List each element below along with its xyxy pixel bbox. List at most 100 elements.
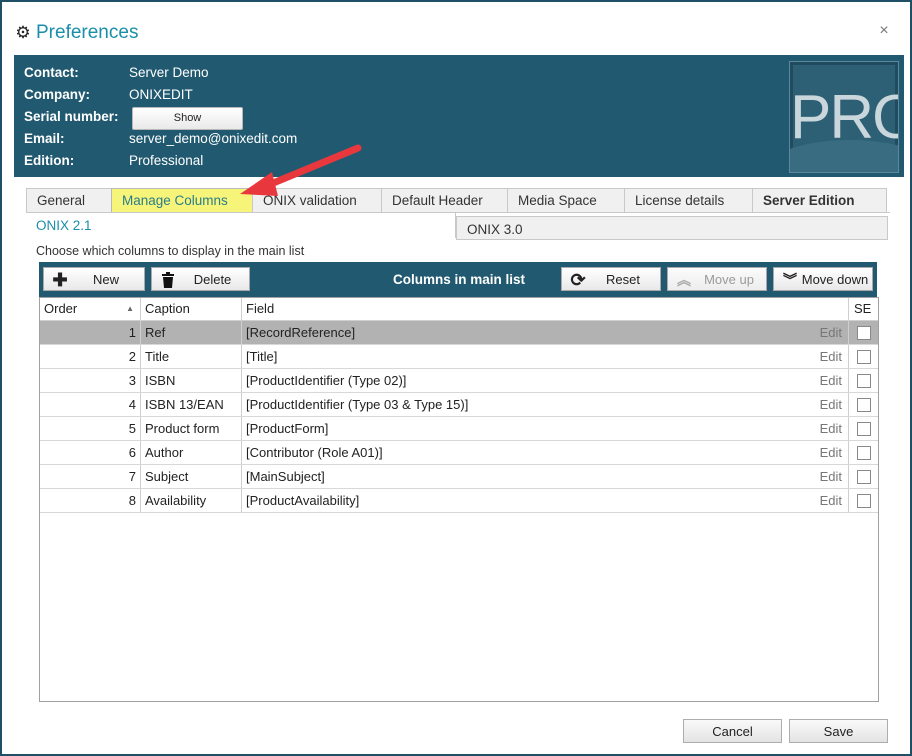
se-checkbox[interactable] (857, 446, 871, 460)
edit-link[interactable]: Edit (820, 393, 842, 417)
row-caption: Title (141, 345, 242, 368)
edition-value: Professional (129, 153, 204, 168)
row-caption: Subject (141, 465, 242, 488)
row-se (849, 393, 878, 416)
tab-license-details[interactable]: License details (624, 188, 753, 212)
instruction-text: Choose which columns to display in the m… (36, 244, 305, 258)
tab-onix-validation[interactable]: ONIX validation (252, 188, 382, 212)
se-checkbox[interactable] (857, 422, 871, 436)
se-checkbox[interactable] (857, 470, 871, 484)
refresh-icon: ⟳ (570, 270, 586, 290)
edit-link[interactable]: Edit (820, 489, 842, 513)
edit-link[interactable]: Edit (820, 465, 842, 489)
table-row[interactable]: 4 ISBN 13/EAN [ProductIdentifier (Type 0… (40, 393, 878, 417)
row-se (849, 321, 878, 344)
row-field: [ProductIdentifier (Type 02)] Edit (242, 369, 849, 392)
row-se (849, 441, 878, 464)
sort-ascending-icon: ▲ (126, 304, 134, 313)
row-field-value: [Title] (246, 349, 278, 364)
row-se (849, 465, 878, 488)
row-order: 7 (40, 465, 141, 488)
close-icon[interactable]: × (876, 22, 892, 40)
row-field-value: [ProductIdentifier (Type 02)] (246, 373, 407, 388)
company-label: Company: (24, 87, 91, 102)
row-field: [MainSubject] Edit (242, 465, 849, 488)
row-field: [Contributor (Role A01)] Edit (242, 441, 849, 464)
row-field: [ProductIdentifier (Type 03 & Type 15)] E… (242, 393, 849, 416)
table-row[interactable]: 5 Product form [ProductForm] Edit (40, 417, 878, 441)
caption-column-header[interactable]: Caption (141, 298, 242, 320)
row-field: [Title] Edit (242, 345, 849, 368)
edit-link[interactable]: Edit (820, 345, 842, 369)
row-se (849, 417, 878, 440)
row-field-value: [ProductForm] (246, 421, 329, 436)
order-column-header[interactable]: Order ▲ (40, 298, 141, 320)
serial-label: Serial number: (24, 109, 119, 124)
serial-row: Serial number: (24, 107, 129, 127)
toolbar-heading: Columns in main list (393, 272, 526, 287)
se-checkbox[interactable] (857, 494, 871, 508)
new-button[interactable]: ✚ New (43, 267, 145, 291)
columns-toolbar: ✚ New Delete Columns in main list ⟳ Rese… (39, 262, 877, 297)
edit-link[interactable]: Edit (820, 321, 842, 345)
tab-server-edition[interactable]: Server Edition (752, 188, 887, 212)
gear-icon: ⚙ (15, 23, 31, 42)
se-checkbox[interactable] (857, 326, 871, 340)
preferences-dialog: ⚙ Preferences × Contact: Server Demo Com… (0, 0, 912, 756)
table-row[interactable]: 3 ISBN [ProductIdentifier (Type 02)] Edit (40, 369, 878, 393)
company-row: Company: ONIXEDIT (24, 85, 193, 105)
row-field: [ProductForm] Edit (242, 417, 849, 440)
new-button-label: New (92, 272, 119, 287)
tab-media-space[interactable]: Media Space (507, 188, 625, 212)
row-se (849, 369, 878, 392)
double-chevron-down-icon: ︾ (783, 272, 797, 288)
row-order: 3 (40, 369, 141, 392)
se-column-header[interactable]: SE (849, 298, 878, 320)
row-field-value: [ProductIdentifier (Type 03 & Type 15)] (246, 397, 469, 412)
table-row[interactable]: 2 Title [Title] Edit (40, 345, 878, 369)
edit-link[interactable]: Edit (820, 441, 842, 465)
move-up-button-label: Move up (704, 272, 754, 287)
double-chevron-up-icon: ︽ (677, 272, 691, 288)
grid-header: Order ▲ Caption Field SE (40, 298, 878, 321)
row-caption: Author (141, 441, 242, 464)
cancel-button[interactable]: Cancel (683, 719, 782, 743)
table-row[interactable]: 8 Availability [ProductAvailability] Edit (40, 489, 878, 513)
move-up-button[interactable]: ︽ Move up (667, 267, 767, 291)
edition-label: Edition: (24, 153, 75, 168)
table-row[interactable]: 7 Subject [MainSubject] Edit (40, 465, 878, 489)
row-order: 2 (40, 345, 141, 368)
row-se (849, 489, 878, 512)
row-order: 5 (40, 417, 141, 440)
se-checkbox[interactable] (857, 350, 871, 364)
delete-button[interactable]: Delete (151, 267, 250, 291)
table-row[interactable]: 1 Ref [RecordReference] Edit (40, 321, 878, 345)
show-serial-button[interactable]: Show (132, 107, 243, 130)
company-value: ONIXEDIT (129, 87, 193, 102)
tab-default-header[interactable]: Default Header (381, 188, 508, 212)
row-caption: Product form (141, 417, 242, 440)
tab-onix-30[interactable]: ONIX 3.0 (456, 216, 888, 240)
row-order: 8 (40, 489, 141, 512)
se-checkbox[interactable] (857, 398, 871, 412)
pro-logo-text: PRO (790, 83, 898, 152)
tab-onix-21[interactable]: ONIX 2.1 (26, 213, 456, 238)
se-checkbox[interactable] (857, 374, 871, 388)
table-row[interactable]: 6 Author [Contributor (Role A01)] Edit (40, 441, 878, 465)
reset-button[interactable]: ⟳ Reset (561, 267, 661, 291)
move-down-button[interactable]: ︾ Move down (773, 267, 873, 291)
edit-link[interactable]: Edit (820, 369, 842, 393)
row-order: 6 (40, 441, 141, 464)
row-field-value: [MainSubject] (246, 469, 325, 484)
row-caption: Availability (141, 489, 242, 512)
tab-manage-columns[interactable]: Manage Columns (111, 188, 253, 212)
row-order: 1 (40, 321, 141, 344)
edit-link[interactable]: Edit (820, 417, 842, 441)
move-down-button-label: Move down (801, 272, 869, 287)
field-column-header[interactable]: Field (242, 298, 849, 320)
tab-general[interactable]: General (26, 188, 112, 212)
row-se (849, 345, 878, 368)
reset-button-label: Reset (606, 272, 640, 287)
row-field-value: [ProductAvailability] (246, 493, 360, 508)
save-button[interactable]: Save (789, 719, 888, 743)
